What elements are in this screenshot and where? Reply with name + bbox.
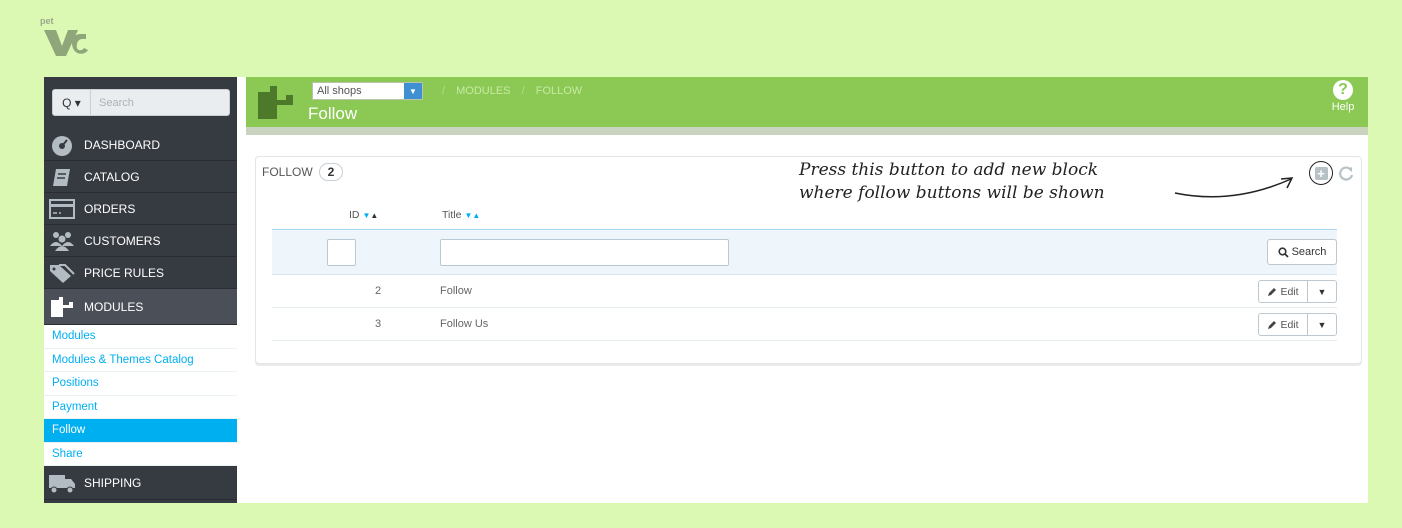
chevron-down-icon: ▼: [404, 83, 422, 99]
filter-id-input[interactable]: [327, 239, 356, 266]
panel-heading: FOLLOW 2: [262, 163, 344, 181]
table-row: 3 Follow Us Edit ▼: [272, 308, 1337, 341]
annotation-line-1: Press this button to add new block: [799, 160, 1099, 180]
nav-modules-label: MODULES: [84, 299, 144, 314]
sort-arrows-icon[interactable]: ▼▲: [363, 211, 379, 220]
nav-catalog[interactable]: CATALOG: [44, 161, 237, 193]
caret-down-icon: ▼: [1317, 319, 1327, 330]
help-icon: ?: [1333, 80, 1353, 100]
modules-icon: [48, 295, 76, 319]
submenu-item-follow[interactable]: Follow: [44, 419, 237, 443]
annotation-arrow-icon: [1174, 177, 1294, 198]
annotation-line-2: where follow buttons will be shown: [799, 183, 1105, 203]
row-id: 3: [375, 318, 382, 330]
submenu-item-payment[interactable]: Payment: [44, 396, 237, 419]
price-rules-icon: [48, 261, 76, 285]
nav-dashboard[interactable]: DASHBOARD: [44, 129, 237, 161]
search-icon: Q ▾: [62, 95, 81, 110]
sort-arrows-icon[interactable]: ▼▲: [464, 211, 480, 220]
search-input[interactable]: Search: [91, 97, 134, 109]
row-title: Follow Us: [440, 318, 489, 330]
breadcrumb-modules[interactable]: MODULES: [456, 85, 510, 97]
edit-button-label: Edit: [1280, 318, 1299, 331]
page-title: Follow: [308, 104, 358, 123]
nav-orders-label: ORDERS: [84, 201, 136, 216]
customers-icon: [48, 229, 76, 253]
filter-title-input[interactable]: [440, 239, 729, 266]
row-actions: Edit ▼: [1258, 313, 1337, 336]
page-header: All shops ▼ / MODULES / FOLLOW Follow ? …: [246, 77, 1368, 127]
column-title-label: Title: [442, 209, 462, 221]
table-header: ID ▼▲ Title ▼▲: [272, 203, 1337, 229]
nav-shipping[interactable]: SHIPPING: [44, 466, 237, 500]
search-scope-dropdown[interactable]: Q ▾: [53, 90, 91, 115]
logo: pet: [40, 16, 92, 62]
sidebar-search-area: Q ▾ Search: [44, 77, 237, 129]
follow-table: ID ▼▲ Title ▼▲ Search 2 Follow Edit ▼ 3 …: [272, 203, 1337, 341]
shipping-icon: [48, 471, 76, 495]
submenu-item-share[interactable]: Share: [44, 443, 237, 466]
sidebar-search[interactable]: Q ▾ Search: [52, 89, 230, 116]
submenu-item-positions[interactable]: Positions: [44, 372, 237, 396]
nav-modules[interactable]: MODULES: [44, 289, 237, 325]
modules-submenu: Modules Modules & Themes Catalog Positio…: [44, 325, 237, 466]
breadcrumb-separator: /: [442, 85, 446, 97]
row-actions-dropdown[interactable]: ▼: [1308, 281, 1336, 302]
nav-customers[interactable]: CUSTOMERS: [44, 225, 237, 257]
column-header-id[interactable]: ID ▼▲: [349, 209, 378, 221]
nav-price-rules[interactable]: PRICE RULES: [44, 257, 237, 289]
filter-search-button[interactable]: Search: [1267, 239, 1337, 265]
sidebar: Q ▾ Search DASHBOARD CATALOG ORDERS CUST…: [44, 77, 237, 503]
row-title: Follow: [440, 285, 472, 297]
panel-heading-label: FOLLOW: [262, 165, 313, 179]
breadcrumb: / MODULES / FOLLOW: [434, 85, 582, 97]
annotation-note: Press this button to add new block where…: [799, 159, 1229, 205]
nav-shipping-label: SHIPPING: [84, 475, 142, 490]
help-label: Help: [1331, 101, 1355, 113]
add-new-button[interactable]: +: [1309, 161, 1333, 185]
header-divider: [246, 127, 1368, 135]
admin-window: Q ▾ Search DASHBOARD CATALOG ORDERS CUST…: [44, 77, 1368, 503]
edit-button[interactable]: Edit: [1259, 281, 1308, 302]
nav-dashboard-label: DASHBOARD: [84, 137, 161, 152]
logo-text: pet: [40, 16, 54, 26]
catalog-icon: [48, 165, 76, 189]
pencil-icon: [1268, 320, 1277, 329]
table-row: 2 Follow Edit ▼: [272, 275, 1337, 308]
pencil-icon: [1268, 287, 1277, 296]
edit-button[interactable]: Edit: [1259, 314, 1308, 335]
modules-puzzle-icon: [256, 83, 296, 121]
row-actions-dropdown[interactable]: ▼: [1308, 314, 1336, 335]
orders-icon: [48, 197, 76, 221]
nav-customers-label: CUSTOMERS: [84, 233, 161, 248]
search-icon: [1277, 246, 1289, 258]
count-badge: 2: [318, 163, 344, 181]
help-button[interactable]: ? Help: [1328, 80, 1358, 113]
column-header-title[interactable]: Title ▼▲: [442, 209, 480, 221]
nav-price-rules-label: PRICE RULES: [84, 265, 165, 280]
nav-catalog-label: CATALOG: [84, 169, 140, 184]
submenu-item-modules[interactable]: Modules: [44, 325, 237, 349]
edit-button-label: Edit: [1280, 285, 1299, 298]
row-id: 2: [375, 285, 382, 297]
dashboard-icon: [48, 133, 76, 157]
shop-selector-value: All shops: [317, 85, 362, 97]
follow-list-panel: FOLLOW 2 Press this button to add new bl…: [255, 156, 1362, 364]
refresh-icon[interactable]: [1338, 165, 1354, 181]
plus-icon: +: [1314, 166, 1328, 180]
breadcrumb-follow: FOLLOW: [535, 85, 583, 97]
submenu-item-modules-themes-catalog[interactable]: Modules & Themes Catalog: [44, 349, 237, 372]
search-button-label: Search: [1291, 246, 1327, 258]
filter-row: Search: [272, 229, 1337, 275]
shop-selector[interactable]: All shops ▼: [312, 82, 423, 100]
breadcrumb-separator: /: [521, 85, 525, 97]
row-actions: Edit ▼: [1258, 280, 1337, 303]
caret-down-icon: ▼: [1317, 286, 1327, 297]
nav-orders[interactable]: ORDERS: [44, 193, 237, 225]
column-id-label: ID: [349, 209, 360, 221]
